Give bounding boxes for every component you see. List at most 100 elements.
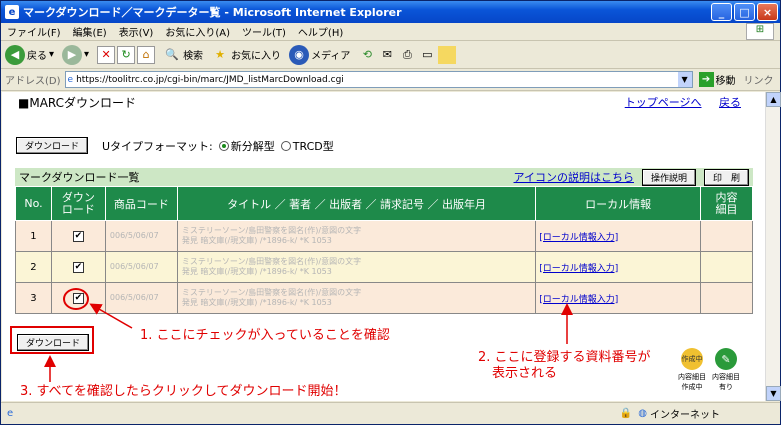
star-icon: ★ — [215, 48, 225, 61]
menu-help[interactable]: ヘルプ(H) — [298, 24, 343, 39]
messenger-icon[interactable] — [438, 45, 457, 64]
windows-logo-icon: ⊞ — [746, 23, 774, 40]
search-button[interactable]: 🔍 検索 — [163, 46, 203, 64]
col-detail: 内容 細目 — [700, 186, 753, 221]
internet-zone-icon: ◍ — [638, 408, 647, 419]
title-info: ミステリーソーン/島田警察を図名(作)/意図の文字 発見 暗文庫(/現文庫) /… — [176, 220, 537, 252]
table-row: 1 ✔ 006/5/06/07 ミステリーソーン/島田警察を図名(作)/意図の文… — [15, 220, 753, 252]
annotation-2-line2: 表示される — [492, 366, 558, 381]
media-button[interactable]: ◉ メディア — [289, 44, 350, 65]
col-code: 商品コード — [104, 186, 178, 221]
icon-help-link[interactable]: アイコンの説明はこちら — [514, 169, 634, 185]
close-button[interactable]: × — [757, 3, 778, 21]
product-code: 006/5/06/07 — [104, 220, 178, 252]
refresh-icon[interactable]: ↻ — [117, 45, 136, 64]
back-link[interactable]: 戻る — [719, 96, 741, 109]
address-input[interactable]: e https://toolitrc.co.jp/cgi-bin/marc/JM… — [64, 71, 693, 88]
available-icon: ✎ — [715, 348, 737, 370]
maximize-button[interactable]: □ — [734, 3, 755, 21]
menu-bar: ファイル(F) 編集(E) 表示(V) お気に入り(A) ツール(T) ヘルプ(… — [1, 23, 780, 41]
icon-legend: 作成中 内容細目 作成中 ✎ 内容細目 有り — [678, 348, 740, 392]
scroll-down-icon[interactable]: ▼ — [766, 386, 781, 401]
local-info-link[interactable]: [ローカル情報入力] — [535, 282, 702, 314]
annotation-1: 1. ここにチェックが入っていることを確認 — [140, 328, 390, 343]
menu-edit[interactable]: 編集(E) — [73, 24, 107, 39]
ie-icon: e — [5, 5, 19, 19]
favorites-button[interactable]: ★ お気に入り — [211, 46, 281, 64]
download-checkbox[interactable]: ✔ — [72, 261, 84, 273]
local-info-link[interactable]: [ローカル情報入力] — [535, 220, 702, 252]
product-code: 006/5/06/07 — [104, 282, 178, 314]
media-icon: ◉ — [289, 44, 310, 65]
search-icon: 🔍 — [165, 48, 179, 61]
title-info: ミステリーソーン/島田警察を図名(作)/意図の文字 発見 暗文庫(/現文庫) /… — [176, 251, 537, 283]
detail-cell — [700, 251, 753, 283]
stop-icon[interactable]: ✕ — [97, 45, 116, 64]
col-no: No. — [15, 186, 52, 221]
row-no: 1 — [15, 220, 52, 252]
page-title: ■MARCダウンロード — [18, 96, 137, 110]
menu-view[interactable]: 表示(V) — [119, 24, 154, 39]
legend-available: ✎ 内容細目 有り — [712, 348, 740, 392]
address-bar: アドレス(D) e https://toolitrc.co.jp/cgi-bin… — [1, 69, 780, 91]
window-title: マークダウンロード／マークデーター覧 - Microsoft Internet … — [23, 6, 402, 19]
download-checkbox-cell: ✔ — [50, 220, 106, 252]
table-row: 3 ✔ 006/5/06/07 ミステリーソーン/島田警察を図名(作)/意図の文… — [15, 282, 753, 314]
manual-button[interactable]: 操作説明 — [641, 168, 696, 186]
col-download: ダウン ロード — [50, 186, 106, 221]
row-no: 3 — [15, 282, 52, 314]
print-icon[interactable]: ⎙ — [398, 46, 416, 64]
menu-tools[interactable]: ツール(T) — [242, 24, 286, 39]
radio-trcd-format[interactable] — [280, 141, 291, 151]
format-selector: Uタイプフォーマット: 新分解型 TRCD型 — [102, 140, 334, 153]
chevron-down-icon[interactable]: ▼ — [677, 72, 692, 87]
back-arrow-icon: ◀ — [5, 44, 25, 65]
mail-icon[interactable]: ✉ — [378, 46, 396, 64]
vertical-scrollbar[interactable]: ▲ ▼ — [765, 92, 781, 401]
in-progress-icon: 作成中 — [681, 348, 703, 370]
table-row: 2 ✔ 006/5/06/07 ミステリーソーン/島田警察を図名(作)/意図の文… — [15, 251, 753, 283]
go-button[interactable]: ➔ 移動 — [698, 72, 736, 87]
back-button[interactable]: ◀ 戻る ▾ — [5, 44, 54, 65]
table-header-row: No. ダウン ロード 商品コード タイトル ／ 著者 ／ 出版者 ／ 請求記号… — [15, 186, 753, 221]
history-icon[interactable]: ⟲ — [358, 46, 376, 64]
download-checkbox-cell: ✔ — [50, 251, 106, 283]
product-code: 006/5/06/07 — [104, 251, 178, 283]
highlight-checkbox — [63, 288, 89, 310]
print-button[interactable]: 印 刷 — [703, 168, 749, 186]
scroll-up-icon[interactable]: ▲ — [766, 92, 781, 107]
home-icon[interactable]: ⌂ — [137, 45, 156, 64]
local-info-link[interactable]: [ローカル情報入力] — [535, 251, 702, 283]
title-info: ミステリーソーン/島田警察を図名(作)/意図の文字 発見 暗文庫(/現文庫) /… — [176, 282, 537, 314]
list-header: マークダウンロード一覧 アイコンの説明はこちら 操作説明 印 刷 — [15, 168, 753, 186]
status-bar: e 🔒 ◍ インターネット — [1, 402, 780, 424]
page-status-icon: e — [7, 408, 14, 419]
title-bar: e マークダウンロード／マークデーター覧 - Microsoft Interne… — [1, 1, 780, 23]
legend-in-progress: 作成中 内容細目 作成中 — [678, 348, 706, 392]
annotation-3: 3. すべてを確認したらクリックしてダウンロード開始！ — [20, 384, 347, 399]
detail-cell — [700, 282, 753, 314]
radio-new-format[interactable] — [218, 141, 229, 151]
col-title: タイトル ／ 著者 ／ 出版者 ／ 請求記号 ／ 出版年月 — [176, 186, 537, 221]
marc-table: No. ダウン ロード 商品コード タイトル ／ 著者 ／ 出版者 ／ 請求記号… — [15, 186, 753, 314]
list-title: マークダウンロード一覧 — [19, 171, 140, 184]
menu-favorites[interactable]: お気に入り(A) — [165, 24, 230, 39]
minimize-button[interactable]: _ — [711, 3, 732, 21]
edit-icon[interactable]: ▭ — [418, 46, 436, 64]
highlight-download-button — [10, 326, 94, 354]
browser-window: e マークダウンロード／マークデーター覧 - Microsoft Interne… — [0, 0, 781, 425]
zone-label: インターネット — [650, 410, 720, 421]
forward-button[interactable]: ▶ ▾ — [62, 44, 89, 65]
go-arrow-icon: ➔ — [698, 72, 714, 87]
row-no: 2 — [15, 251, 52, 283]
toolbar: ◀ 戻る ▾ ▶ ▾ ✕ ↻ ⌂ 🔍 検索 ★ お気に入り ◉ メディア ⟲ ✉ ⎙… — [1, 41, 780, 69]
top-page-link[interactable]: トップページへ — [625, 96, 702, 109]
links-label[interactable]: リンク — [744, 72, 774, 87]
page-content: ■MARCダウンロード トップページへ 戻る ダウンロード Uタイプフォーマット… — [2, 92, 765, 401]
download-checkbox[interactable]: ✔ — [72, 230, 84, 242]
download-button-top[interactable]: ダウンロード — [16, 137, 89, 154]
detail-cell — [700, 220, 753, 252]
menu-file[interactable]: ファイル(F) — [7, 24, 61, 39]
forward-arrow-icon: ▶ — [62, 44, 83, 65]
lock-icon: 🔒 — [619, 408, 633, 419]
